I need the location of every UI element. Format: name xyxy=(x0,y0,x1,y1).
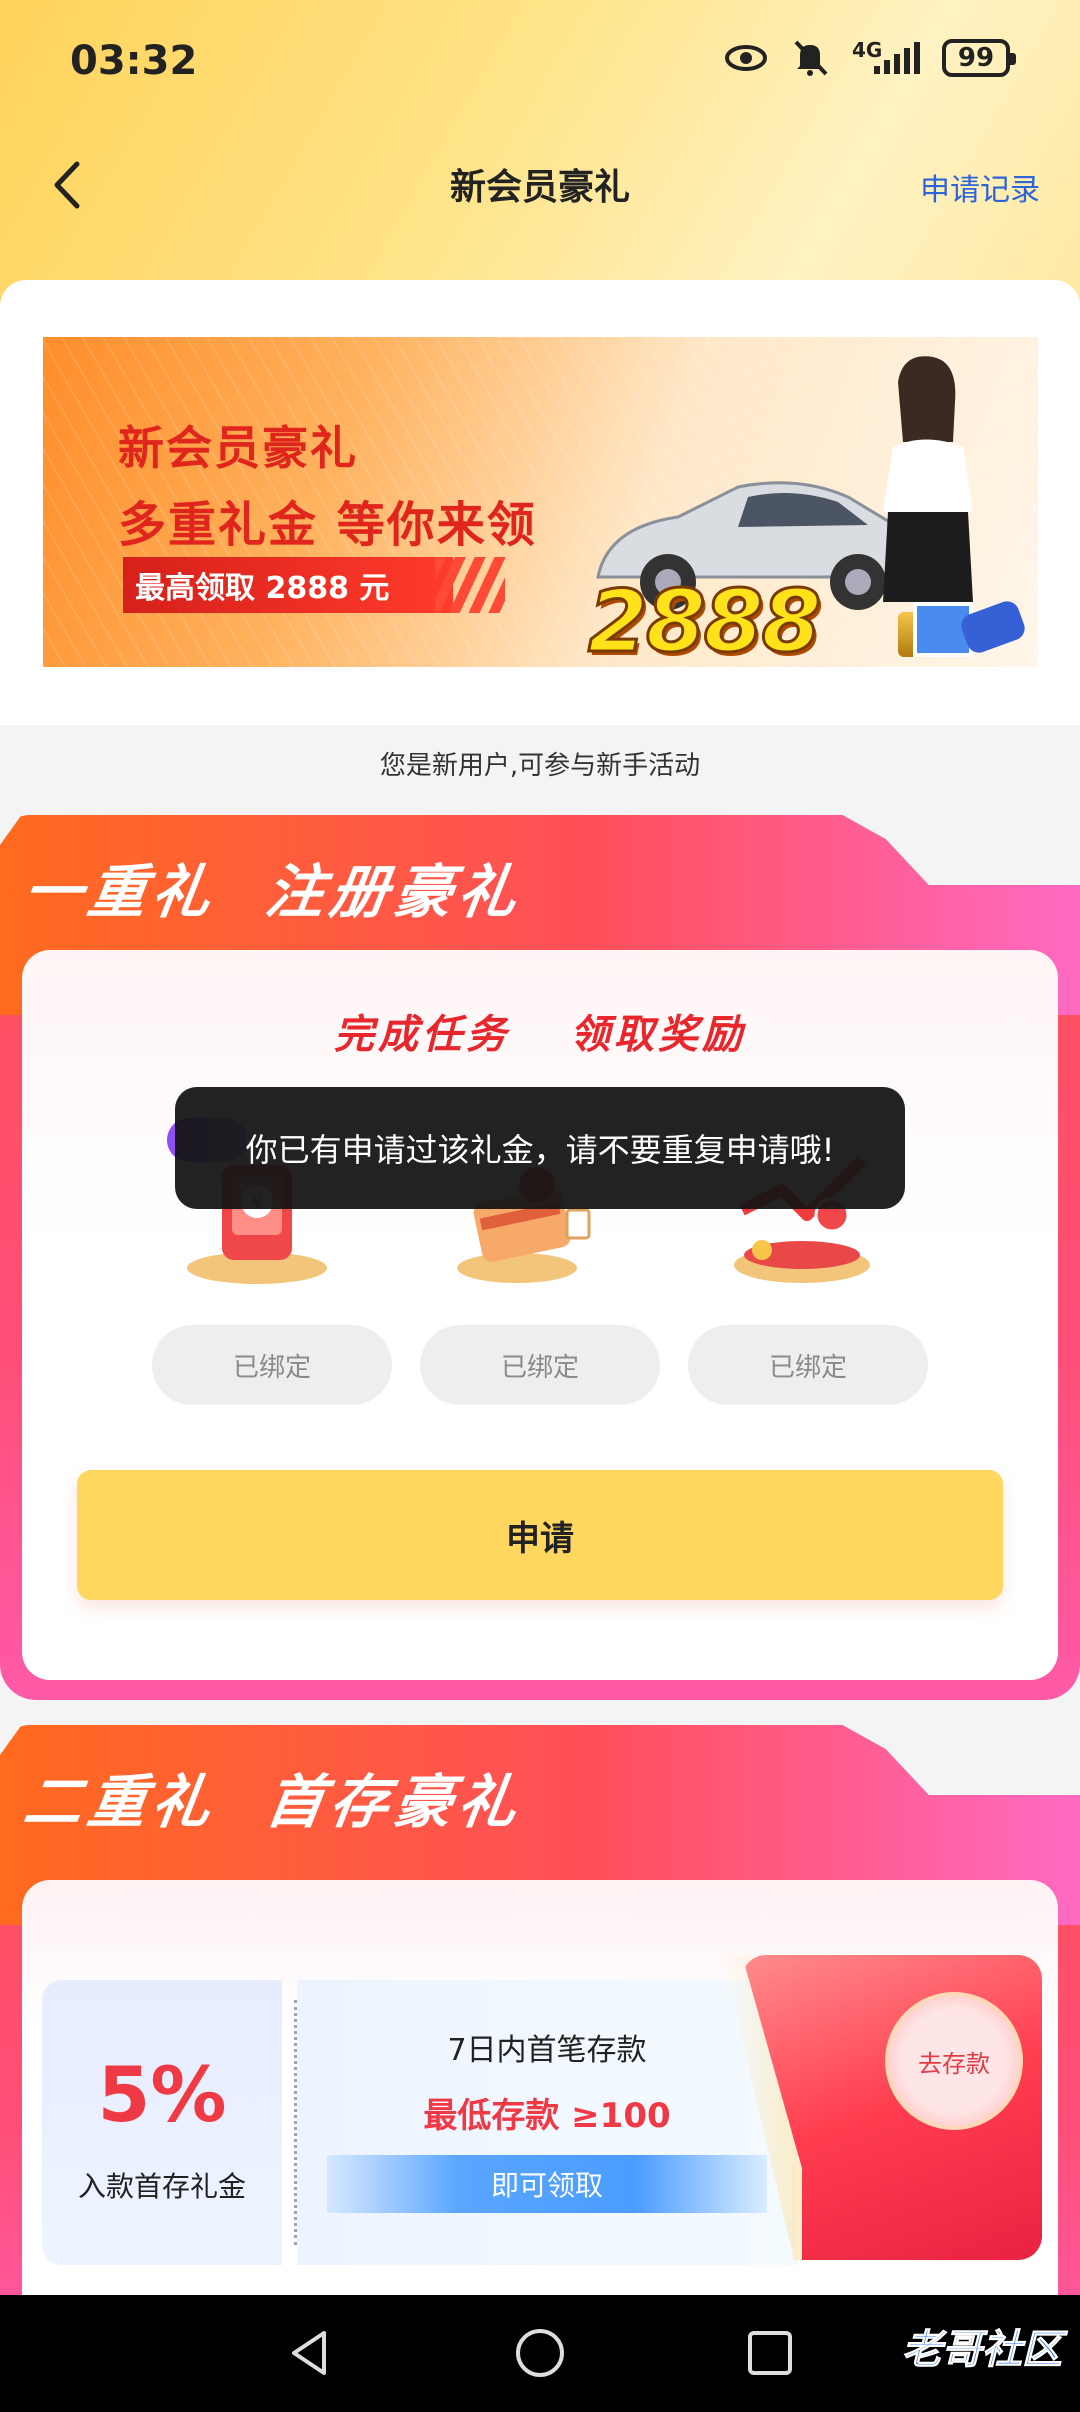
banner-title: 新会员豪礼 xyxy=(118,421,358,475)
promo-banner[interactable]: 新会员豪礼 多重礼金 等你来领 最高领取 2888 元 2888 xyxy=(43,337,1038,667)
coupon-middle: 7日内首笔存款 最低存款 ≥100 即可领取 xyxy=(297,1980,797,2265)
coupon-condition: 7日内首笔存款 xyxy=(447,2033,647,2068)
page-title: 新会员豪礼 xyxy=(449,167,630,208)
apply-button[interactable]: 申请 xyxy=(77,1470,1003,1600)
task-card: 完成任务领取奖励 ¥ xyxy=(22,950,1058,1680)
toast-message: 你已有申请过该礼金，请不要重复申请哦! xyxy=(175,1087,905,1209)
signal-icon: 4G xyxy=(852,38,922,78)
section-title-a: 二重礼 xyxy=(19,1768,222,1836)
watermark-logo: 老哥社区 xyxy=(902,2327,1063,2374)
status-icons: 4G 99 xyxy=(724,38,1016,78)
nav-home-icon[interactable] xyxy=(510,2323,570,2383)
status-bar: 03:32 4G 99 xyxy=(0,0,1080,125)
section-title: 一重礼 注册豪礼 xyxy=(19,845,529,929)
banner-subtitle: 多重礼金 等你来领 xyxy=(118,497,537,553)
battery-icon: 99 xyxy=(942,39,1016,77)
nav-bar: 新会员豪礼 申请记录 xyxy=(0,125,1080,245)
section-title-b: 首存豪礼 xyxy=(261,1768,528,1836)
section-first-deposit-gift: 二重礼 首存豪礼 5% 入款首存礼金 7日内首笔存款 最低存款 ≥100 即可领取… xyxy=(0,1725,1080,2380)
section-register-gift: 一重礼注册豪礼 完成任务领取奖励 ¥ xyxy=(0,815,1080,1700)
go-deposit-button[interactable]: 去存款 xyxy=(885,1992,1023,2130)
section-title: 二重礼 首存豪礼 xyxy=(19,1755,529,1839)
apply-record-link[interactable]: 申请记录 xyxy=(920,165,1040,209)
status-time: 03:32 xyxy=(70,38,198,84)
banner-tag: 最高领取 2888 元 xyxy=(123,557,453,613)
coupon-percent: 5% xyxy=(97,2050,227,2139)
coupon-claim-label: 即可领取 xyxy=(327,2155,767,2213)
banner-amount: 2888 xyxy=(586,571,822,668)
deposit-coupon: 5% 入款首存礼金 7日内首笔存款 最低存款 ≥100 即可领取 去存款 xyxy=(42,1955,1042,2265)
section-title-b: 注册豪礼 xyxy=(261,858,528,926)
coupon-percent-caption: 入款首存礼金 xyxy=(77,2170,246,2203)
section-title-a: 一重礼 xyxy=(19,858,222,926)
coupon-min-deposit: 最低存款 ≥100 xyxy=(423,2096,671,2136)
bound-status-button[interactable]: 已绑定 xyxy=(152,1325,392,1405)
coupon-left: 5% 入款首存礼金 xyxy=(42,1980,282,2265)
nav-recents-icon[interactable] xyxy=(740,2323,800,2383)
bound-status-button[interactable]: 已绑定 xyxy=(420,1325,660,1405)
banner-stripes xyxy=(435,557,505,613)
task-slogan: 完成任务 领取奖励 xyxy=(22,1002,1058,1060)
eye-icon xyxy=(724,38,768,78)
nav-back-icon[interactable] xyxy=(280,2323,340,2383)
bound-status-button[interactable]: 已绑定 xyxy=(688,1325,928,1405)
slogan-b: 领取奖励 xyxy=(570,1012,746,1058)
new-user-tip: 您是新用户,可参与新手活动 xyxy=(379,751,701,781)
battery-level: 99 xyxy=(957,43,995,73)
slogan-a: 完成任务 xyxy=(334,1012,510,1058)
system-nav-bar: 老哥社区 xyxy=(0,2295,1080,2412)
bell-muted-icon xyxy=(788,38,832,78)
